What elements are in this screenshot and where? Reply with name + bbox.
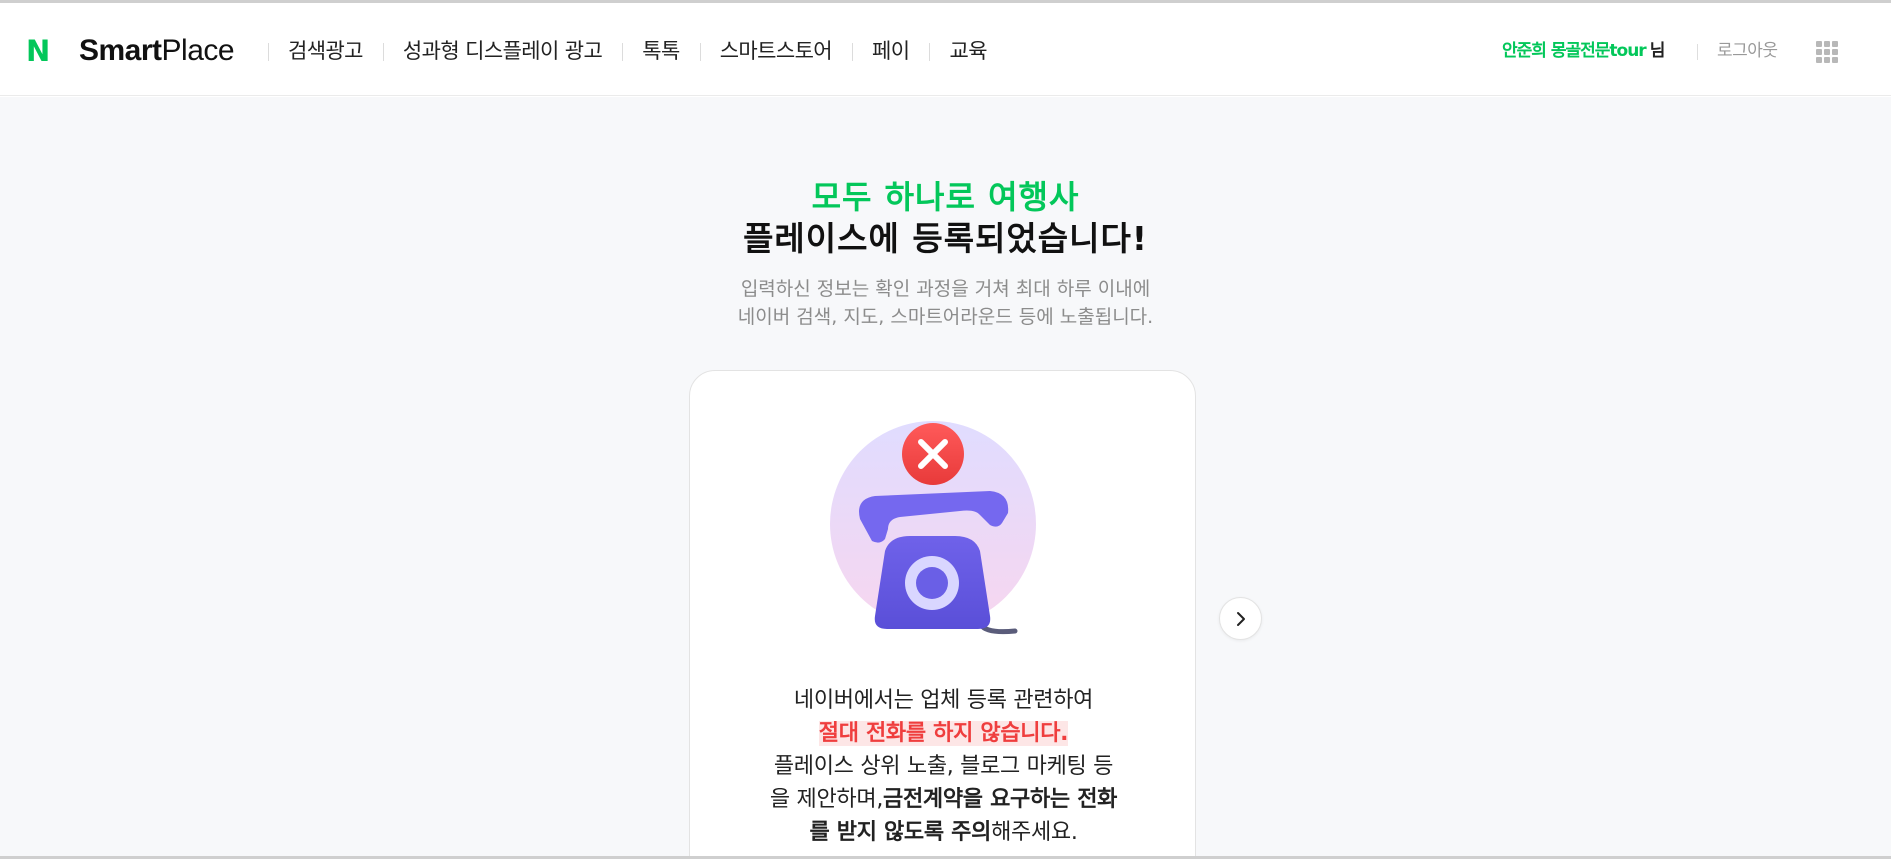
grid-icon[interactable] <box>1816 41 1838 63</box>
logout-link[interactable]: 로그아웃 <box>1717 37 1778 65</box>
notice-warning-line: 절대 전화를 하지 않습니다. <box>690 717 1197 750</box>
naver-logo[interactable]: N <box>26 37 54 66</box>
grid-dot <box>1832 41 1838 47</box>
hero-subtitle: 입력하신 정보는 확인 과정을 거쳐 최대 하루 이내에 네이버 검색, 지도,… <box>0 275 1891 331</box>
hero-title-registered: 플레이스에 등록되었습니다! <box>743 219 1148 258</box>
nav-smartstore[interactable]: 스마트스토어 <box>699 33 852 69</box>
carousel-next-button[interactable] <box>1219 597 1262 640</box>
main-content: 모두 하나로 여행사 플레이스에 등록되었습니다! 입력하신 정보는 확인 과정… <box>0 97 1891 859</box>
grid-dot <box>1824 49 1830 55</box>
nav-education[interactable]: 교육 <box>929 33 1006 69</box>
notice-card: 네이버에서는 업체 등록 관련하여 절대 전화를 하지 않습니다. 플레이스 상… <box>689 370 1196 859</box>
grid-dot <box>1816 57 1822 63</box>
hero-title-business: 모두 하나로 여행사 <box>811 178 1080 216</box>
notice-line-5-bold: 를 받지 않도록 주의 <box>809 820 992 845</box>
user-greeting[interactable]: 안준희 몽골전문tour 님 <box>1502 37 1666 65</box>
subtitle-line-2: 네이버 검색, 지도, 스마트어라운드 등에 노출됩니다. <box>737 306 1154 328</box>
smartplace-logo[interactable]: SmartPlace <box>79 33 235 69</box>
notice-line-4-prefix: 을 제안하며, <box>769 787 884 812</box>
notice-text: 네이버에서는 업체 등록 관련하여 절대 전화를 하지 않습니다. 플레이스 상… <box>690 684 1197 849</box>
top-header: N SmartPlace 검색광고 성과형 디스플레이 광고 톡톡 스마트스토어… <box>0 3 1891 96</box>
brand-light: Place <box>161 34 235 67</box>
notice-line-5: 를 받지 않도록 주의해주세요. <box>690 816 1197 849</box>
chevron-right-icon <box>1236 611 1245 626</box>
grid-dot <box>1832 49 1838 55</box>
notice-line-1: 네이버에서는 업체 등록 관련하여 <box>793 688 1094 713</box>
service-nav: 검색광고 성과형 디스플레이 광고 톡톡 스마트스토어 페이 교육 <box>268 33 1007 69</box>
grid-dot <box>1824 41 1830 47</box>
nav-pay[interactable]: 페이 <box>852 33 929 69</box>
notice-line-4-bold: 금전계약을 요구하는 전화 <box>883 787 1118 812</box>
notice-line-5-suffix: 해주세요. <box>991 820 1078 845</box>
notice-line-4: 을 제안하며,금전계약을 요구하는 전화 <box>690 783 1197 816</box>
grid-dot <box>1832 57 1838 63</box>
subtitle-line-1: 입력하신 정보는 확인 과정을 거쳐 최대 하루 이내에 <box>740 278 1151 300</box>
phone-blocked-icon <box>830 421 1036 635</box>
grid-dot <box>1824 57 1830 63</box>
header-divider <box>1697 44 1698 60</box>
nav-talktalk[interactable]: 톡톡 <box>622 33 699 69</box>
grid-dot <box>1816 49 1822 55</box>
brand-bold: Smart <box>79 34 162 67</box>
notice-warning: 절대 전화를 하지 않습니다. <box>818 721 1069 746</box>
nav-display-ads[interactable]: 성과형 디스플레이 광고 <box>382 33 622 69</box>
notice-line-3: 플레이스 상위 노출, 블로그 마케팅 등 <box>773 754 1114 779</box>
grid-dot <box>1816 41 1822 47</box>
user-name: 안준희 몽골전문tour <box>1502 41 1647 61</box>
user-suffix: 님 <box>1649 41 1666 61</box>
nav-search-ads[interactable]: 검색광고 <box>268 33 383 69</box>
